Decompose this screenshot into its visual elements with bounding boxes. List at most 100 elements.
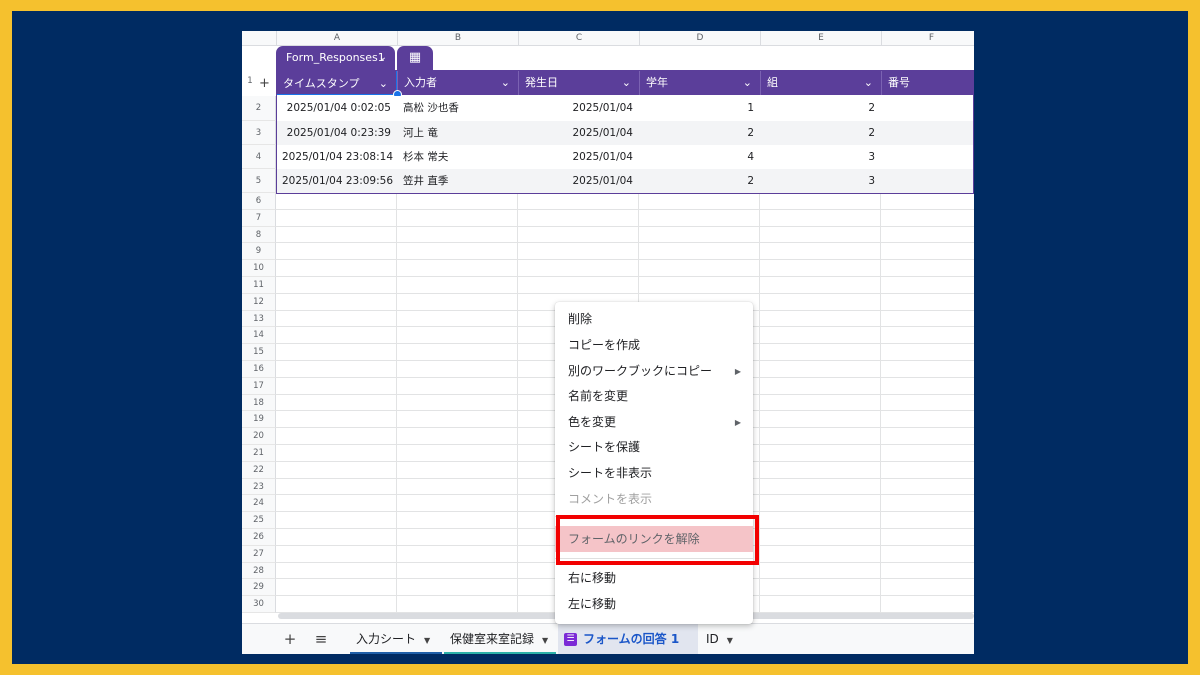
- grid-cell[interactable]: [881, 344, 974, 361]
- grid-cell[interactable]: [881, 512, 974, 529]
- grid-cell[interactable]: [760, 394, 881, 412]
- menu-item[interactable]: コピーを作成: [555, 333, 753, 358]
- row-number[interactable]: 23: [242, 478, 276, 496]
- table-cell[interactable]: 2025/01/04 0:23:39: [276, 121, 397, 145]
- row-number[interactable]: 11: [242, 277, 276, 294]
- chevron-down-icon[interactable]: ⌄: [379, 71, 388, 96]
- grid-cell[interactable]: [397, 193, 518, 210]
- grid-cell[interactable]: [881, 327, 974, 345]
- grid-cell[interactable]: [397, 545, 518, 563]
- grid-cell[interactable]: [760, 461, 881, 479]
- table-column-header[interactable]: 学年 ⌄: [639, 70, 760, 95]
- grid-cell[interactable]: [397, 377, 518, 395]
- caret-down-icon[interactable]: ▼: [727, 636, 733, 645]
- grid-cell[interactable]: [881, 210, 974, 227]
- grid-cell[interactable]: [276, 411, 397, 429]
- grid-cell[interactable]: [397, 461, 518, 479]
- row-number[interactable]: 7: [242, 209, 276, 227]
- row-number[interactable]: 27: [242, 545, 276, 563]
- table-cell[interactable]: 4: [639, 145, 760, 169]
- grid-cell[interactable]: [397, 495, 518, 513]
- grid-cell[interactable]: [881, 546, 974, 563]
- menu-item[interactable]: 左に移動: [555, 592, 753, 617]
- grid-cell[interactable]: [397, 344, 518, 361]
- grid-cell[interactable]: [276, 478, 397, 496]
- grid-cell[interactable]: [881, 294, 974, 311]
- grid-cell[interactable]: [881, 311, 974, 328]
- grid-cell[interactable]: [276, 226, 397, 244]
- grid-cell[interactable]: [760, 579, 881, 597]
- table-cell[interactable]: 2025/01/04: [518, 145, 639, 169]
- menu-item[interactable]: 色を変更 ▶: [555, 410, 753, 435]
- table-cell[interactable]: 2025/01/04: [518, 96, 639, 121]
- row-number[interactable]: 10: [242, 260, 276, 277]
- grid-cell[interactable]: [881, 243, 974, 261]
- row-number[interactable]: 20: [242, 428, 276, 445]
- grid-cell[interactable]: [881, 260, 974, 277]
- table-column-header[interactable]: 番号: [881, 70, 974, 95]
- row-number[interactable]: 16: [242, 361, 276, 378]
- grid-cell[interactable]: [881, 579, 974, 597]
- all-sheets-button[interactable]: ≡: [311, 624, 331, 654]
- column-header-a[interactable]: A: [276, 31, 397, 45]
- grid-cell[interactable]: [397, 226, 518, 244]
- row-number[interactable]: 8: [242, 226, 276, 244]
- grid-cell[interactable]: [276, 562, 397, 580]
- grid-cell[interactable]: [397, 361, 518, 378]
- menu-item[interactable]: シートを保護: [555, 435, 753, 460]
- table-cell[interactable]: [881, 145, 974, 169]
- grid-cell[interactable]: [881, 462, 974, 479]
- grid-cell[interactable]: [397, 579, 518, 597]
- grid-cell[interactable]: [760, 243, 881, 261]
- grid-cell[interactable]: [881, 479, 974, 496]
- row-number[interactable]: 4: [242, 145, 276, 169]
- grid-cell[interactable]: [760, 209, 881, 227]
- grid-cell[interactable]: [881, 411, 974, 429]
- table-cell[interactable]: 1: [639, 96, 760, 121]
- column-header-c[interactable]: C: [518, 31, 639, 45]
- grid-cell[interactable]: [639, 209, 760, 227]
- grid-cell[interactable]: [276, 428, 397, 445]
- table-cell[interactable]: 河上 竜: [397, 121, 518, 145]
- caret-down-icon[interactable]: ▼: [424, 636, 430, 645]
- grid-cell[interactable]: [518, 243, 639, 261]
- menu-item[interactable]: シートを非表示: [555, 461, 753, 486]
- grid-cell[interactable]: [760, 260, 881, 277]
- grid-cell[interactable]: [518, 193, 639, 210]
- grid-cell[interactable]: [760, 377, 881, 395]
- grid-cell[interactable]: [760, 344, 881, 361]
- table-cell[interactable]: 2: [639, 121, 760, 145]
- grid-cell[interactable]: [881, 277, 974, 294]
- grid-cell[interactable]: [881, 428, 974, 445]
- table-cell[interactable]: 高松 沙也香: [397, 96, 518, 121]
- grid-cell[interactable]: [397, 293, 518, 311]
- table-cell[interactable]: 笠井 直季: [397, 169, 518, 193]
- grid-cell[interactable]: [760, 529, 881, 546]
- column-header-f[interactable]: F: [881, 31, 974, 45]
- row-number[interactable]: 30: [242, 596, 276, 613]
- table-cell[interactable]: 2025/01/04: [518, 169, 639, 193]
- grid-cell[interactable]: [639, 277, 760, 294]
- grid-cell[interactable]: [881, 529, 974, 546]
- row-number-1[interactable]: 1: [242, 76, 258, 86]
- grid-cell[interactable]: [276, 310, 397, 328]
- menu-item[interactable]: 名前を変更: [555, 384, 753, 409]
- chevron-down-icon[interactable]: ⌄: [501, 70, 510, 95]
- menu-item[interactable]: 削除: [555, 307, 753, 332]
- grid-cell[interactable]: [276, 193, 397, 210]
- row-number[interactable]: 28: [242, 562, 276, 580]
- grid-cell[interactable]: [397, 277, 518, 294]
- table-cell[interactable]: [881, 169, 974, 193]
- grid-cell[interactable]: [276, 394, 397, 412]
- table-name-tab[interactable]: Form_Responses1 ⌄: [276, 46, 395, 70]
- table-column-header[interactable]: 発生日 ⌄: [518, 70, 639, 95]
- grid-cell[interactable]: [881, 378, 974, 395]
- table-cell[interactable]: 2025/01/04 0:02:05: [276, 96, 397, 121]
- grid-cell[interactable]: [760, 327, 881, 345]
- grid-cell[interactable]: [760, 293, 881, 311]
- row-number[interactable]: 26: [242, 529, 276, 546]
- table-cell[interactable]: 2: [639, 169, 760, 193]
- grid-cell[interactable]: [397, 209, 518, 227]
- grid-cell[interactable]: [760, 512, 881, 529]
- grid-cell[interactable]: [518, 226, 639, 244]
